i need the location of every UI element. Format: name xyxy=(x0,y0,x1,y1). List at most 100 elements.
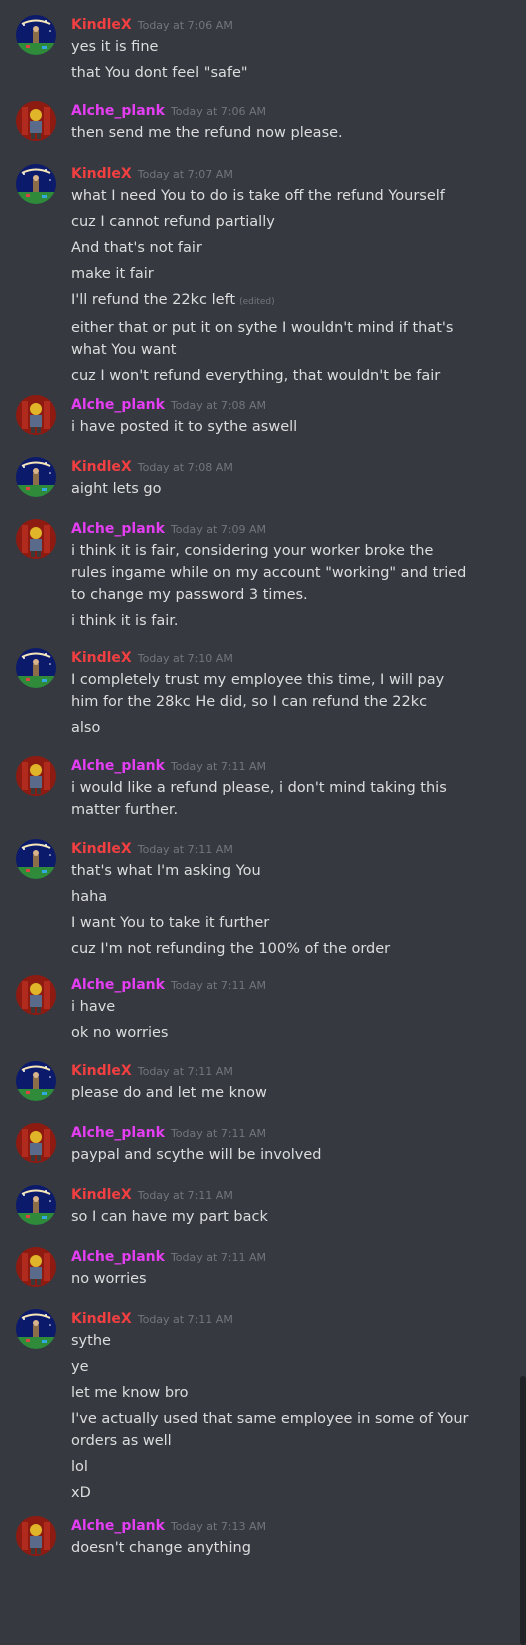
message-body: i have ok no worries xyxy=(71,996,471,1048)
timestamp: Today at 7:11 AM xyxy=(170,979,267,992)
message-text-content: ye xyxy=(71,1359,89,1375)
message-text: let me know bro xyxy=(71,1382,471,1404)
kindlex-avatar[interactable] xyxy=(16,15,56,55)
username[interactable]: Alche_plank xyxy=(71,977,165,993)
message-text: cuz I won't refund everything, that woul… xyxy=(71,365,471,387)
username[interactable]: Alche_plank xyxy=(71,1518,165,1534)
message-text-content: xD xyxy=(71,1485,91,1501)
message-header: KindleX Today at 7:08 AM xyxy=(71,456,233,476)
alche-plank-avatar[interactable] xyxy=(16,1516,56,1556)
message-list[interactable]: KindleX Today at 7:06 AM yes it is fine tha… xyxy=(0,0,526,1645)
message-header: KindleX Today at 7:06 AM xyxy=(71,14,233,34)
alche-plank-avatar[interactable] xyxy=(16,1247,56,1287)
alche-plank-avatar[interactable] xyxy=(16,756,56,796)
message-text-content: And that's not fair xyxy=(71,240,202,256)
message-header: KindleX Today at 7:11 AM xyxy=(71,838,233,858)
message-header: Alche_plank Today at 7:11 AM xyxy=(71,1246,266,1266)
message-text: either that or put it on sythe I wouldn'… xyxy=(71,317,471,361)
message-text-content: cuz I cannot refund partially xyxy=(71,214,275,230)
timestamp: Today at 7:08 AM xyxy=(137,461,233,474)
message-header: Alche_plank Today at 7:09 AM xyxy=(71,518,266,538)
timestamp: Today at 7:09 AM xyxy=(170,523,267,536)
username[interactable]: KindleX xyxy=(71,1063,132,1079)
message-header: KindleX Today at 7:11 AM xyxy=(71,1184,233,1204)
edited-label: (edited) xyxy=(239,297,275,307)
message-text-content: so I can have my part back xyxy=(71,1209,268,1225)
message-text: so I can have my part back xyxy=(71,1206,471,1228)
scrollbar-thumb[interactable] xyxy=(520,1376,526,1645)
username[interactable]: Alche_plank xyxy=(71,103,165,119)
alche-plank-avatar[interactable] xyxy=(16,101,56,141)
message-text: ye xyxy=(71,1356,471,1378)
username[interactable]: KindleX xyxy=(71,17,132,33)
message-text: lol xyxy=(71,1456,471,1478)
message-text: ok no worries xyxy=(71,1022,471,1044)
kindlex-avatar[interactable] xyxy=(16,1309,56,1349)
username[interactable]: Alche_plank xyxy=(71,758,165,774)
message-body: what I need You to do is take off the re… xyxy=(71,185,471,391)
message-body: that's what I'm asking You haha I want You… xyxy=(71,860,471,964)
message-text: I'll refund the 22kc left (edited) xyxy=(71,289,471,313)
message-header: KindleX Today at 7:07 AM xyxy=(71,163,233,183)
username[interactable]: KindleX xyxy=(71,1311,132,1327)
message-header: Alche_plank Today at 7:11 AM xyxy=(71,755,266,775)
message-text-content: I completely trust my employee this time… xyxy=(71,672,445,710)
message-text: i would like a refund please, i don't mi… xyxy=(71,777,471,821)
message-text-content: aight lets go xyxy=(71,481,162,497)
message-text-content: lol xyxy=(71,1459,88,1475)
message-body: aight lets go xyxy=(71,478,471,504)
message-text: i think it is fair, considering your wor… xyxy=(71,540,471,606)
message-text-content: ok no worries xyxy=(71,1025,169,1041)
alche-plank-avatar[interactable] xyxy=(16,395,56,435)
kindlex-avatar[interactable] xyxy=(16,648,56,688)
kindlex-avatar[interactable] xyxy=(16,164,56,204)
message-text: make it fair xyxy=(71,263,471,285)
timestamp: Today at 7:11 AM xyxy=(170,1251,267,1264)
message-body: I completely trust my employee this time… xyxy=(71,669,471,743)
username[interactable]: Alche_plank xyxy=(71,397,165,413)
message-text-content: I've actually used that same employee in… xyxy=(71,1411,469,1449)
message-body: so I can have my part back xyxy=(71,1206,471,1232)
message-body: no worries xyxy=(71,1268,471,1294)
username[interactable]: KindleX xyxy=(71,650,132,666)
message-text: I've actually used that same employee in… xyxy=(71,1408,471,1452)
message-body: i would like a refund please, i don't mi… xyxy=(71,777,471,825)
kindlex-avatar[interactable] xyxy=(16,1185,56,1225)
message-text-content: what I need You to do is take off the re… xyxy=(71,188,445,204)
alche-plank-avatar[interactable] xyxy=(16,1123,56,1163)
message-text-content: I'll refund the 22kc left xyxy=(71,292,236,308)
message-text: And that's not fair xyxy=(71,237,471,259)
timestamp: Today at 7:06 AM xyxy=(137,19,233,32)
message-body: i think it is fair, considering your wor… xyxy=(71,540,471,636)
alche-plank-avatar[interactable] xyxy=(16,975,56,1015)
timestamp: Today at 7:06 AM xyxy=(170,105,267,118)
message-text: then send me the refund now please. xyxy=(71,122,471,144)
username[interactable]: Alche_plank xyxy=(71,1125,165,1141)
username[interactable]: KindleX xyxy=(71,1187,132,1203)
message-text: that's what I'm asking You xyxy=(71,860,471,882)
message-text: aight lets go xyxy=(71,478,471,500)
timestamp: Today at 7:11 AM xyxy=(170,1127,267,1140)
message-text: also xyxy=(71,717,471,739)
message-header: Alche_plank Today at 7:08 AM xyxy=(71,394,266,414)
message-text-content: please do and let me know xyxy=(71,1085,267,1101)
alche-plank-avatar[interactable] xyxy=(16,519,56,559)
message-text: no worries xyxy=(71,1268,471,1290)
message-header: Alche_plank Today at 7:13 AM xyxy=(71,1515,266,1535)
message-text-content: make it fair xyxy=(71,266,154,282)
timestamp: Today at 7:11 AM xyxy=(137,1189,233,1202)
message-text-content: i would like a refund please, i don't mi… xyxy=(71,780,447,818)
username[interactable]: Alche_plank xyxy=(71,1249,165,1265)
message-text-content: doesn't change anything xyxy=(71,1540,251,1556)
kindlex-avatar[interactable] xyxy=(16,1061,56,1101)
username[interactable]: KindleX xyxy=(71,166,132,182)
username[interactable]: Alche_plank xyxy=(71,521,165,537)
kindlex-avatar[interactable] xyxy=(16,457,56,497)
message-text: sythe xyxy=(71,1330,471,1352)
username[interactable]: KindleX xyxy=(71,459,132,475)
message-text-content: no worries xyxy=(71,1271,147,1287)
username[interactable]: KindleX xyxy=(71,841,132,857)
kindlex-avatar[interactable] xyxy=(16,839,56,879)
message-text-content: i think it is fair, considering your wor… xyxy=(71,543,467,603)
message-text-content: i think it is fair. xyxy=(71,613,179,629)
